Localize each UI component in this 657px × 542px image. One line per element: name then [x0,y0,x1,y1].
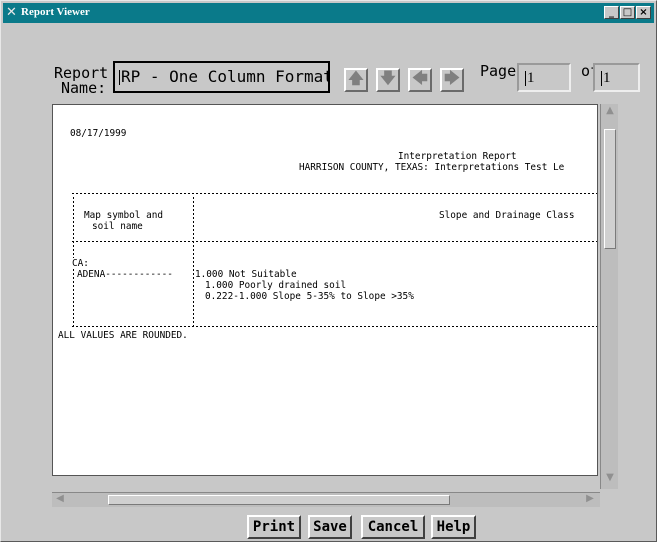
text-caret [601,71,602,87]
minimize-button[interactable]: _ [604,6,619,19]
maximize-button[interactable]: □ [620,6,635,19]
column-header-map-symbol-line2: soil name [92,221,143,232]
vertical-scroll-thumb[interactable] [604,129,616,249]
scroll-down-arrow-icon[interactable]: ▼ [603,472,617,483]
first-page-button[interactable]: 🡅 [344,68,368,92]
arrow-down-icon: 🡇 [380,68,396,87]
title-bar[interactable]: ✕ Report Viewer _ □ × [3,3,654,23]
report-name-label-line2: Name: [61,79,107,97]
close-button[interactable]: × [636,6,651,19]
total-pages-field: 1 [593,63,640,92]
page-label: Page [480,62,517,80]
column-header-slope-drainage: Slope and Drainage Class [439,210,575,221]
window-title: Report Viewer [21,6,90,18]
report-footer: ALL VALUES ARE ROUNDED. [58,330,188,341]
total-pages-value: 1 [603,70,611,86]
arrow-up-icon: 🡅 [348,68,364,87]
scroll-left-arrow-icon[interactable]: ◀ [54,493,66,504]
horizontal-scroll-thumb[interactable] [108,495,450,505]
rating-line-3: 0.222-1.000 Slope 5-35% to Slope >35% [205,291,414,302]
arrow-right-icon: 🡆 [444,68,460,87]
vertical-scrollbar[interactable]: ▲ ▼ [600,104,618,489]
help-button[interactable]: Help [431,515,476,539]
text-caret [525,71,526,87]
page-number-field[interactable]: 1 [517,63,571,92]
x-app-icon: ✕ [6,5,17,20]
next-page-button[interactable]: 🡆 [440,68,464,92]
text-caret [119,70,120,85]
print-button[interactable]: Print [247,515,301,539]
arrow-left-icon: 🡄 [412,68,428,87]
previous-page-button[interactable]: 🡄 [408,68,432,92]
rating-line-1: 1.000 Not Suitable [195,269,297,280]
report-text-area[interactable]: 08/17/1999 Interpretation Report HARRISO… [52,104,598,476]
scroll-up-arrow-icon[interactable]: ▲ [603,105,617,116]
scroll-right-arrow-icon[interactable]: ▶ [584,493,596,504]
column-header-map-symbol-line1: Map symbol and [84,210,164,221]
last-page-button[interactable]: 🡇 [376,68,400,92]
save-button[interactable]: Save [308,515,352,539]
page-number-value: 1 [527,70,535,86]
horizontal-scrollbar[interactable]: ◀ ▶ [52,492,600,507]
map-symbol: CA: [72,258,89,269]
report-name-value: RP - One Column Format [121,67,330,86]
report-viewer-window: ✕ Report Viewer _ □ × Report Name: RP - … [0,0,657,542]
soil-name: ADENA------------ [77,269,173,280]
cancel-button[interactable]: Cancel [361,515,425,539]
rating-line-2: 1.000 Poorly drained soil [205,280,347,291]
report-name-field[interactable]: RP - One Column Format [113,61,330,93]
